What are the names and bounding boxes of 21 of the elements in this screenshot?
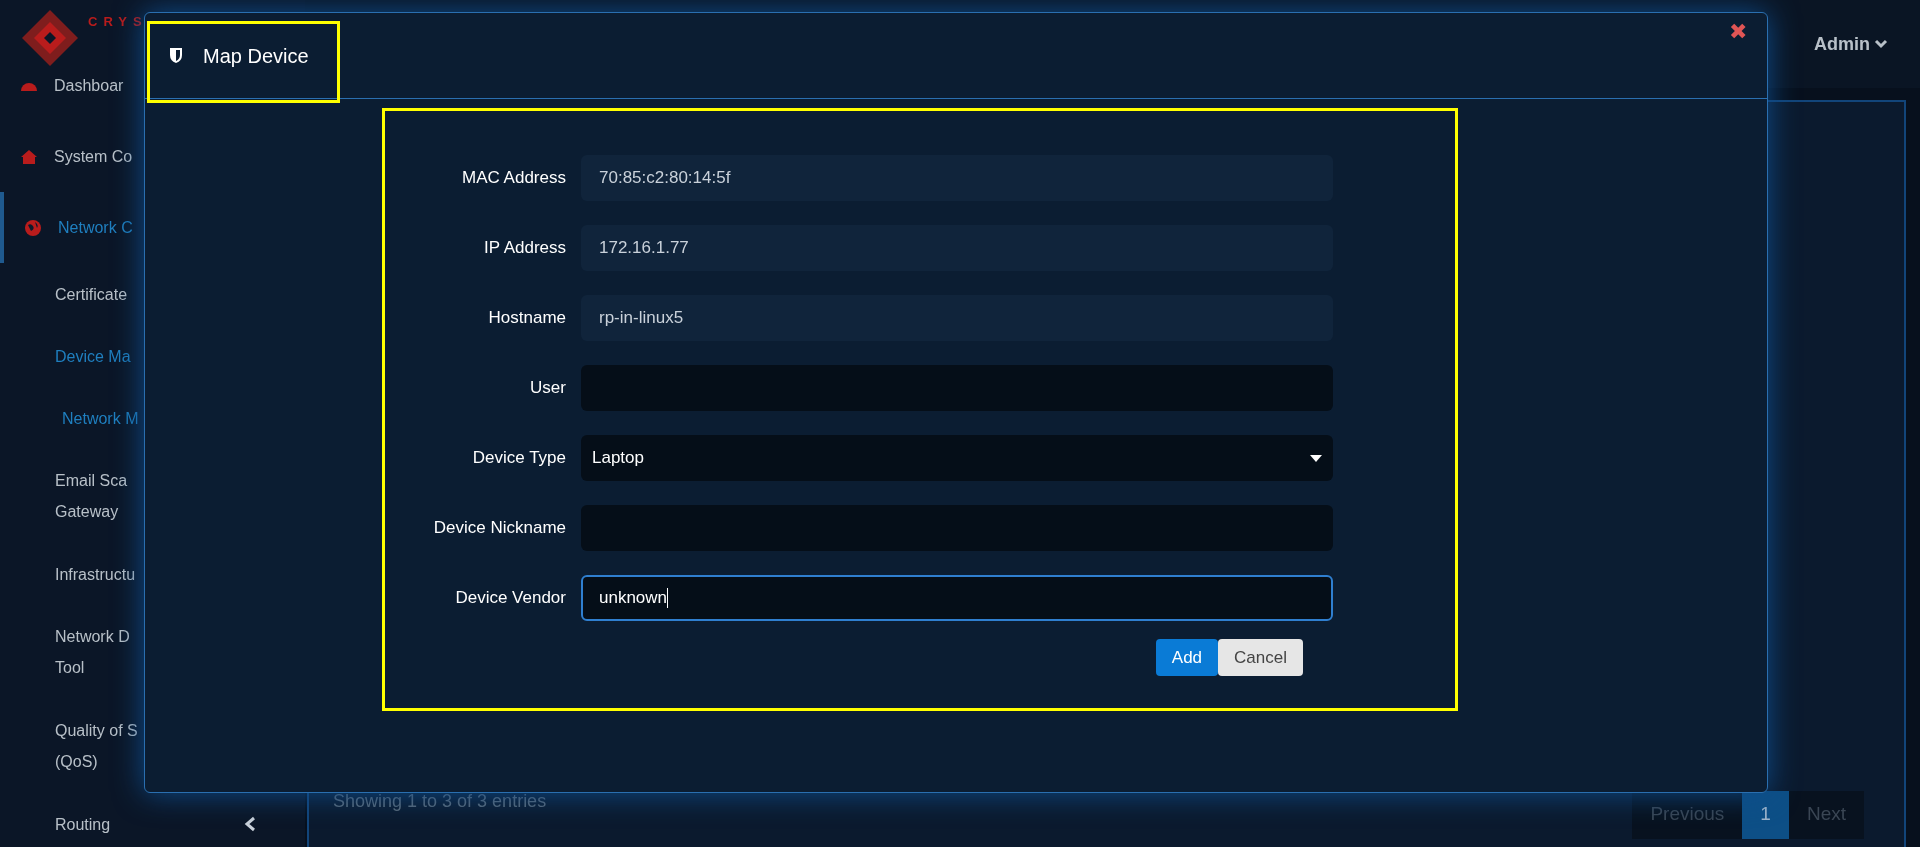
sidebar-label: Network C xyxy=(58,218,133,238)
field-label: User xyxy=(529,377,567,400)
sidebar-label: Certificate xyxy=(55,284,129,305)
sidebar-label: Infrastructu xyxy=(55,564,136,585)
sidebar-label: Device Ma xyxy=(55,346,131,367)
sidebar-label: Dashboar xyxy=(54,76,124,96)
entries-info: Showing 1 to 3 of 3 entries xyxy=(333,790,547,813)
field-label: Device Type xyxy=(471,447,567,470)
field-label: Hostname xyxy=(487,307,567,330)
field-label: Device Nickname xyxy=(432,517,567,540)
sidebar-label: Network D Tool xyxy=(55,627,130,678)
sidebar-label: Email Sca Gateway xyxy=(55,471,128,522)
sidebar-label: Quality of S (QoS) xyxy=(55,721,138,772)
sidebar-label: Routing xyxy=(55,814,111,835)
brand-text: CRYS xyxy=(88,13,148,31)
sidebar-label: System Co xyxy=(54,147,133,167)
dialog-title: Map Device xyxy=(203,43,309,69)
field-label: IP Address xyxy=(483,237,567,260)
field-label: MAC Address xyxy=(461,167,567,190)
field-label: Device Vendor xyxy=(454,587,567,610)
sidebar-label: Network M xyxy=(62,408,139,429)
